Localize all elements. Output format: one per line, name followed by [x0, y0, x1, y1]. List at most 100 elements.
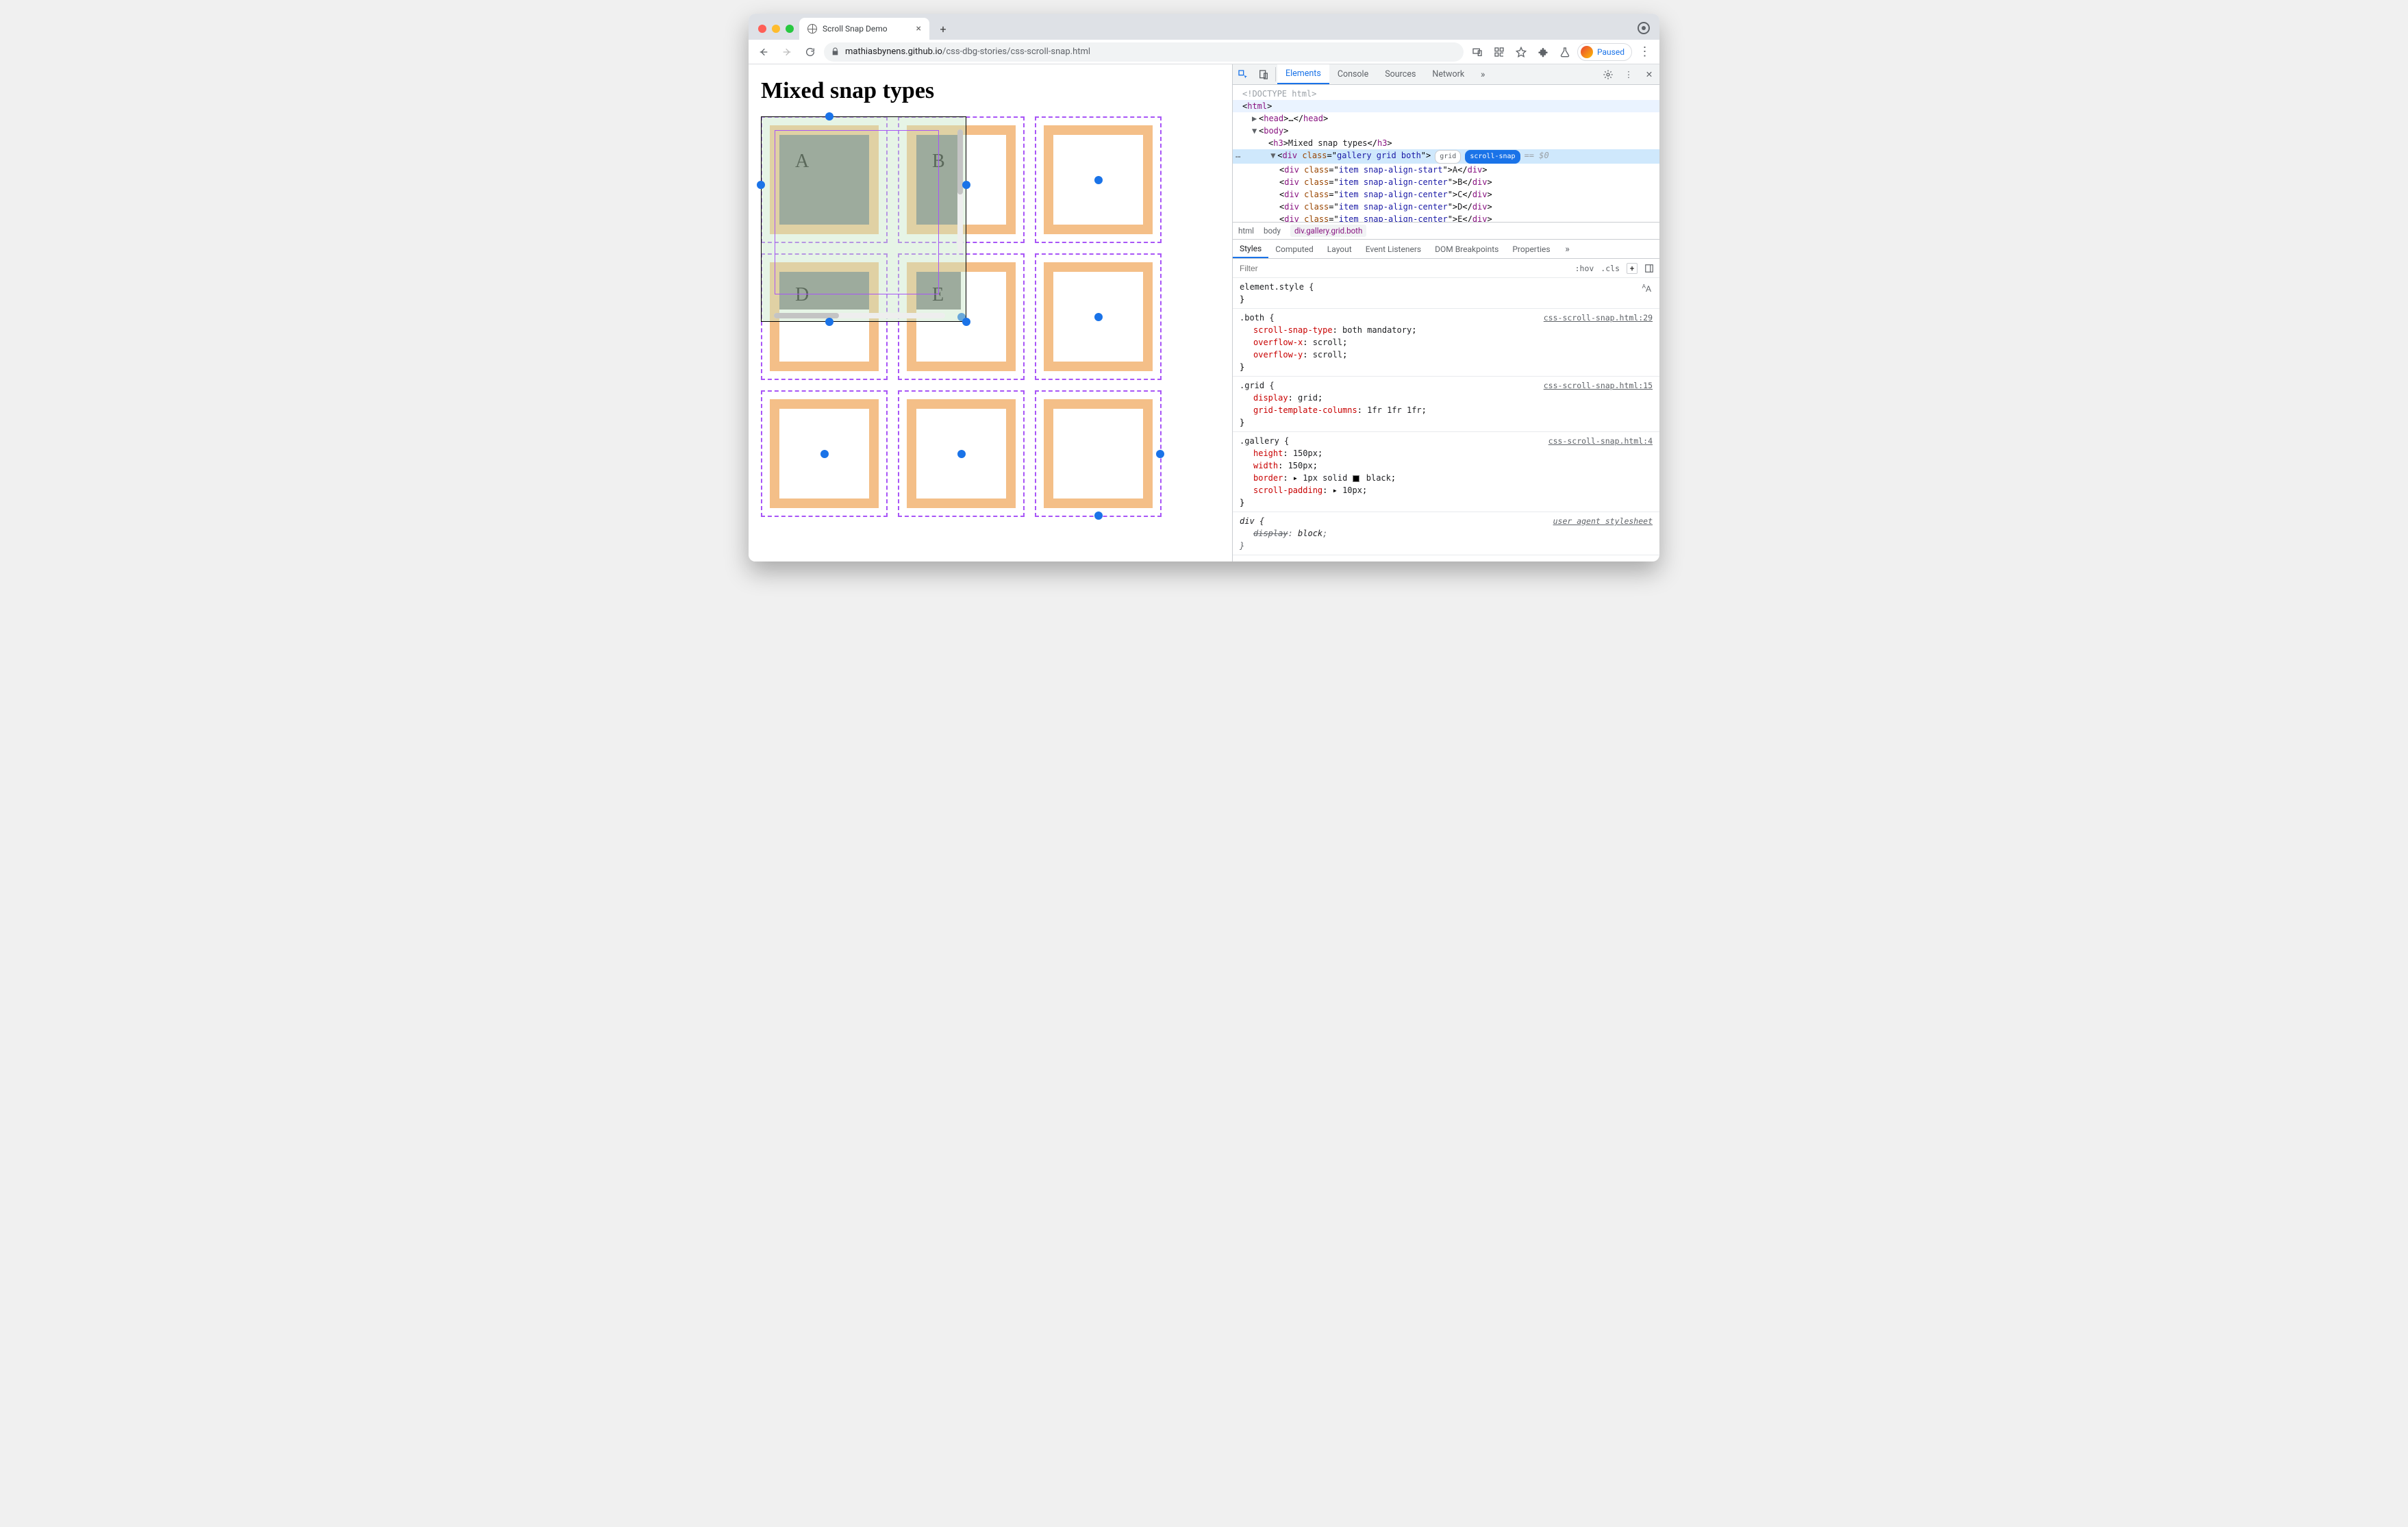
rule-source-link[interactable]: css-scroll-snap.html:15	[1544, 379, 1653, 392]
qr-icon[interactable]	[1490, 42, 1509, 62]
menu-button[interactable]: ⋮	[1635, 42, 1654, 62]
grid-cell	[1035, 390, 1162, 517]
tab-event-listeners[interactable]: Event Listeners	[1359, 240, 1428, 258]
kebab-icon: ⋮	[1625, 69, 1633, 80]
horizontal-scrollbar[interactable]	[774, 313, 945, 318]
style-rule[interactable]: .both {css-scroll-snap.html:29scroll-sna…	[1233, 309, 1659, 377]
grid-overlay: A B D E	[761, 116, 1172, 527]
tree-doctype: <!DOCTYPE html>	[1233, 88, 1659, 100]
maximize-window-icon[interactable]	[786, 25, 794, 33]
grid-cell	[1035, 116, 1162, 243]
cls-toggle[interactable]: .cls	[1601, 264, 1620, 273]
breadcrumb-item-selected[interactable]: div.gallery.grid.both	[1290, 225, 1366, 237]
grid-cell	[1035, 253, 1162, 380]
hov-toggle[interactable]: :hov	[1575, 264, 1594, 273]
vertical-scrollbar[interactable]	[957, 129, 963, 253]
snap-point-icon	[1094, 176, 1103, 184]
more-tabs-button[interactable]: »	[1472, 64, 1493, 84]
more-styles-tabs[interactable]: »	[1557, 240, 1578, 258]
minimize-window-icon[interactable]	[772, 25, 780, 33]
grid-cell	[898, 390, 1025, 517]
reload-icon	[805, 47, 816, 58]
snap-point-icon	[957, 450, 966, 458]
device-icon[interactable]	[1468, 42, 1487, 62]
account-icon[interactable]	[1638, 22, 1650, 34]
grid-badge[interactable]: grid	[1435, 150, 1461, 164]
style-rule[interactable]: element.style {AA}	[1233, 278, 1659, 309]
reload-button[interactable]	[801, 42, 820, 62]
snap-point-icon	[820, 450, 829, 458]
tab-title: Scroll Snap Demo	[823, 24, 888, 34]
tree-node[interactable]: <html>	[1233, 100, 1659, 112]
font-size-icon[interactable]: AA	[1642, 281, 1651, 295]
grid-cell	[761, 390, 888, 517]
profile-paused-chip[interactable]: Paused	[1577, 43, 1632, 61]
close-devtools-button[interactable]: ✕	[1639, 64, 1659, 84]
rule-source-link[interactable]: user agent stylesheet	[1553, 515, 1653, 527]
inspect-button[interactable]	[1233, 64, 1253, 84]
tab-dom-breakpoints[interactable]: DOM Breakpoints	[1428, 240, 1505, 258]
tree-node[interactable]: ▶<head>…</head>	[1233, 112, 1659, 125]
tree-node[interactable]: <div class="item snap-align-center">B</d…	[1233, 176, 1659, 188]
extensions-button[interactable]	[1533, 42, 1553, 62]
paused-label: Paused	[1597, 47, 1625, 57]
tab-console[interactable]: Console	[1329, 64, 1377, 84]
device-icon	[1258, 69, 1269, 80]
tree-node[interactable]: <div class="item snap-align-center">D</d…	[1233, 201, 1659, 213]
close-tab-icon[interactable]: ×	[916, 23, 921, 34]
star-icon	[1516, 47, 1527, 58]
devtools-menu-button[interactable]: ⋮	[1618, 64, 1639, 84]
snap-edge-icon	[825, 318, 833, 326]
rule-source-link[interactable]: css-scroll-snap.html:4	[1548, 435, 1653, 447]
rendered-page: Mixed snap types A	[749, 64, 1232, 561]
styles-pane[interactable]: element.style {AA}.both {css-scroll-snap…	[1233, 278, 1659, 561]
device-mode-button[interactable]	[1253, 64, 1274, 84]
tab-styles[interactable]: Styles	[1233, 240, 1268, 258]
settings-button[interactable]	[1598, 64, 1618, 84]
tab-computed[interactable]: Computed	[1268, 240, 1320, 258]
forward-button[interactable]	[777, 42, 797, 62]
inspect-icon	[1238, 69, 1249, 80]
devtools-panel: Elements Console Sources Network » ⋮ ✕ <…	[1232, 64, 1659, 561]
url-text: mathiasbynens.github.io/css-dbg-stories/…	[845, 47, 1090, 57]
avatar-icon	[1581, 46, 1593, 58]
close-window-icon[interactable]	[758, 25, 766, 33]
tree-node[interactable]: <h3>Mixed snap types</h3>	[1233, 137, 1659, 149]
tree-node[interactable]: ▼<body>	[1233, 125, 1659, 137]
style-rule[interactable]: .grid {css-scroll-snap.html:15display: g…	[1233, 377, 1659, 432]
snap-edge-icon	[825, 112, 833, 121]
tree-node-selected[interactable]: ⋯ ▼<div class="gallery grid both">gridsc…	[1233, 149, 1659, 164]
elements-breadcrumb: html body div.gallery.grid.both	[1233, 222, 1659, 240]
snap-point-icon	[1156, 450, 1164, 458]
snap-edge-icon	[757, 181, 765, 189]
toolbar: mathiasbynens.github.io/css-dbg-stories/…	[749, 40, 1659, 64]
new-tab-button[interactable]: +	[933, 19, 953, 38]
devtools-tabbar: Elements Console Sources Network » ⋮ ✕	[1233, 64, 1659, 85]
tab-sources[interactable]: Sources	[1377, 64, 1424, 84]
tree-node[interactable]: <div class="item snap-align-center">C</d…	[1233, 188, 1659, 201]
address-bar[interactable]: mathiasbynens.github.io/css-dbg-stories/…	[824, 42, 1464, 62]
bookmark-button[interactable]	[1512, 42, 1531, 62]
breadcrumb-item[interactable]: body	[1264, 226, 1281, 236]
tree-node[interactable]: <div class="item snap-align-center">E</d…	[1233, 213, 1659, 222]
new-rule-button[interactable]: +	[1627, 263, 1638, 274]
elements-tree[interactable]: <!DOCTYPE html> <html> ▶<head>…</head> ▼…	[1233, 85, 1659, 222]
tab-elements[interactable]: Elements	[1277, 64, 1329, 84]
rule-source-link[interactable]: css-scroll-snap.html:29	[1544, 312, 1653, 324]
style-rule[interactable]: div {user agent stylesheetdisplay: block…	[1233, 512, 1659, 555]
snap-point-icon	[1094, 512, 1103, 520]
back-button[interactable]	[754, 42, 773, 62]
breadcrumb-item[interactable]: html	[1238, 226, 1254, 236]
arrow-left-icon	[758, 47, 769, 58]
toggle-computed-icon[interactable]	[1644, 264, 1654, 273]
tab-network[interactable]: Network	[1424, 64, 1472, 84]
toolbar-right: Paused ⋮	[1468, 42, 1654, 62]
browser-tab[interactable]: Scroll Snap Demo ×	[799, 18, 929, 40]
styles-filter-input[interactable]	[1238, 263, 1568, 274]
tab-properties[interactable]: Properties	[1505, 240, 1557, 258]
tree-node[interactable]: <div class="item snap-align-start">A</di…	[1233, 164, 1659, 176]
labs-button[interactable]	[1555, 42, 1575, 62]
style-rule[interactable]: .gallery {css-scroll-snap.html:4height: …	[1233, 432, 1659, 512]
scroll-snap-badge[interactable]: scroll-snap	[1465, 150, 1520, 164]
tab-layout[interactable]: Layout	[1320, 240, 1359, 258]
